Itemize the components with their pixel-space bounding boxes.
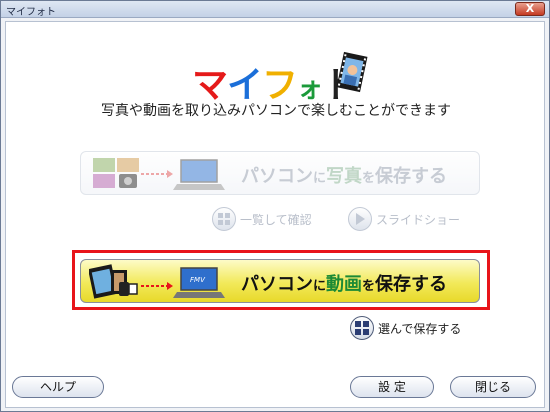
grid-icon (212, 207, 236, 231)
select-and-save-label: 選んで保存する (378, 321, 462, 336)
view-list-button[interactable]: 一覧して確認 (212, 205, 312, 233)
label-save: 保存する (375, 274, 448, 295)
app-description: 写真や動画を取り込みパソコンで楽しむことができます (101, 103, 451, 119)
title-bar: マイフォト X (1, 1, 549, 18)
slideshow-label: スライドショー (376, 212, 461, 227)
save-videos-label: パソコンに動画を保存する (241, 270, 447, 296)
grid-select-icon (350, 316, 374, 340)
select-and-save-button[interactable]: 選んで保存する (350, 314, 461, 342)
help-button[interactable]: ヘルプ (12, 376, 104, 398)
view-list-label: 一覧して確認 (240, 212, 312, 227)
label-ni: に (313, 279, 327, 294)
label-o: を (362, 171, 376, 186)
client-area: マイフォト 写真や動画を取り込みパソコンで楽しむことができます (5, 21, 545, 408)
save-photos-button[interactable]: パソコンに写真を保存する (80, 151, 480, 195)
settings-button[interactable]: 設 定 (350, 376, 434, 398)
video-to-pc-icon: FMV (89, 264, 225, 299)
app-logo: マイフォト (184, 50, 384, 106)
play-icon (348, 207, 372, 231)
label-pc: パソコン (241, 166, 313, 187)
close-button[interactable]: 閉じる (450, 376, 536, 398)
label-video: 動画 (326, 274, 363, 295)
window-title: マイフォト (6, 7, 56, 18)
save-photos-label: パソコンに写真を保存する (241, 162, 447, 188)
main-window: マイフォト X マイフォト 写真や動画を取り込みパソコンで楽しむことができます (0, 0, 550, 412)
photo-to-pc-icon (93, 158, 225, 190)
save-videos-button[interactable]: FMV パソコンに動画を保存する (80, 259, 480, 303)
label-save: 保存する (375, 166, 448, 187)
label-pc: パソコン (241, 274, 313, 295)
label-photo: 写真 (326, 166, 363, 187)
label-o: を (362, 279, 376, 294)
film-photo-icon (336, 51, 368, 93)
window-close-button[interactable]: X (515, 2, 545, 16)
slideshow-button[interactable]: スライドショー (348, 205, 460, 233)
pc-screen-logo: FMV (190, 276, 206, 284)
label-ni: に (313, 171, 327, 186)
